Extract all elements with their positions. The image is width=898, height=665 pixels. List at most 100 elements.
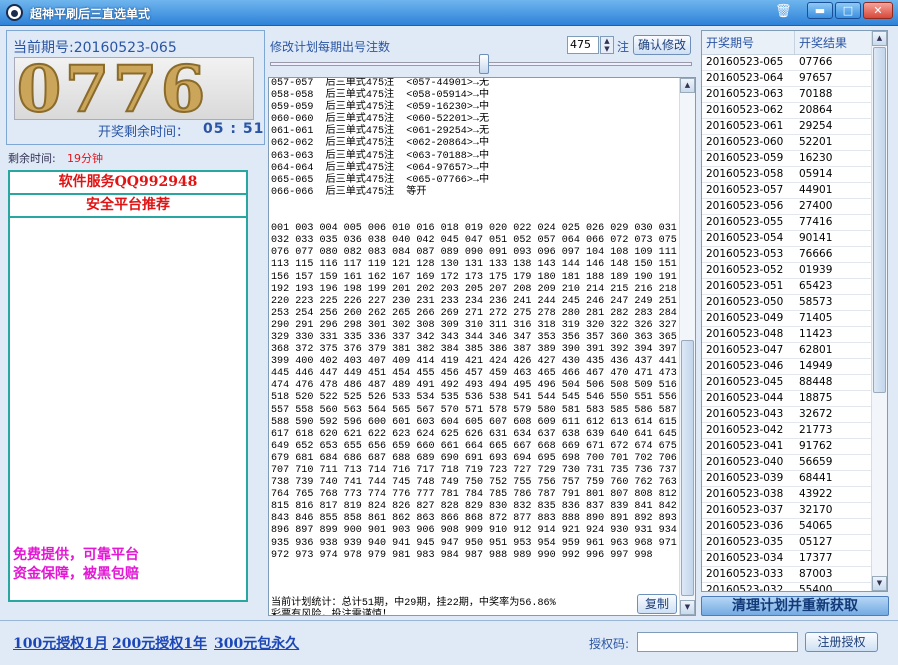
table-row[interactable]: 20160523-033 87003 xyxy=(702,567,872,583)
table-row[interactable]: 20160523-061 29254 xyxy=(702,119,872,135)
issue-cell: 20160523-032 xyxy=(706,584,784,592)
issue-cell: 20160523-051 xyxy=(706,280,784,292)
col-header-issue[interactable]: 开奖期号 xyxy=(702,31,795,55)
stepper-down-icon[interactable]: ▼ xyxy=(601,45,613,53)
table-row[interactable]: 20160523-046 14949 xyxy=(702,359,872,375)
table-row[interactable]: 20160523-038 43922 xyxy=(702,487,872,503)
result-cell: 88448 xyxy=(799,376,833,388)
issue-cell: 20160523-054 xyxy=(706,232,784,244)
result-cell: 11423 xyxy=(799,328,833,340)
table-row[interactable]: 20160523-035 05127 xyxy=(702,535,872,551)
table-row[interactable]: 20160523-051 65423 xyxy=(702,279,872,295)
copy-button[interactable]: 复制 xyxy=(637,594,677,614)
issue-cell: 20160523-049 xyxy=(706,312,784,324)
table-row[interactable]: 20160523-050 58573 xyxy=(702,295,872,311)
scroll-down-icon[interactable]: ▼ xyxy=(872,576,887,591)
plan-count-input[interactable]: 475 xyxy=(567,36,599,54)
stepper-up-icon[interactable]: ▲ xyxy=(601,37,613,45)
issue-cell: 20160523-052 xyxy=(706,264,784,276)
license-1-month-link[interactable]: 100元授权1月 xyxy=(13,633,108,653)
table-row[interactable]: 20160523-059 16230 xyxy=(702,151,872,167)
issue-cell: 20160523-036 xyxy=(706,520,784,532)
plan-count-stepper[interactable]: ▲ ▼ xyxy=(600,36,614,54)
draw-digits-display: 07766 xyxy=(14,57,254,120)
issue-cell: 20160523-037 xyxy=(706,504,784,516)
table-row[interactable]: 20160523-054 90141 xyxy=(702,231,872,247)
auth-code-input[interactable] xyxy=(637,632,798,652)
result-cell: 52201 xyxy=(799,136,833,148)
issue-cell: 20160523-046 xyxy=(706,360,784,372)
col-header-result[interactable]: 开奖结果 xyxy=(795,31,872,55)
table-body: 20160523-065 07766 20160523-064 97657 201605… xyxy=(702,55,872,592)
table-row[interactable]: 20160523-058 05914 xyxy=(702,167,872,183)
refresh-plan-button[interactable]: 清理计划并重新获取 xyxy=(701,596,889,616)
slider-thumb[interactable] xyxy=(479,54,489,74)
issue-cell: 20160523-059 xyxy=(706,152,784,164)
bottom-divider xyxy=(0,620,898,621)
table-row[interactable]: 20160523-043 32672 xyxy=(702,407,872,423)
table-row[interactable]: 20160523-044 18875 xyxy=(702,391,872,407)
plan-scrollbar[interactable]: ▲ ▼ xyxy=(679,78,695,615)
close-button[interactable]: ✕ xyxy=(863,2,893,19)
result-cell: 27400 xyxy=(799,200,833,212)
promo-qq-line[interactable]: 软件服务QQ992948 xyxy=(10,172,246,195)
issue-cell: 20160523-044 xyxy=(706,392,784,404)
promo-slogan-line: 资金保障，被黑包赔 xyxy=(13,566,139,582)
table-row[interactable]: 20160523-057 44901 xyxy=(702,183,872,199)
scroll-down-icon[interactable]: ▼ xyxy=(680,600,695,615)
table-row[interactable]: 20160523-049 71405 xyxy=(702,311,872,327)
table-row[interactable]: 20160523-055 77416 xyxy=(702,215,872,231)
table-row[interactable]: 20160523-056 27400 xyxy=(702,199,872,215)
table-row[interactable]: 20160523-037 32170 xyxy=(702,503,872,519)
scroll-up-icon[interactable]: ▲ xyxy=(872,31,887,46)
license-1-year-link[interactable]: 200元授权1年 xyxy=(112,633,207,653)
plan-count-label: 修改计划每期出号注数 xyxy=(270,40,391,54)
table-row[interactable]: 20160523-062 20864 xyxy=(702,103,872,119)
current-issue-label: 当前期号:20160523-065 xyxy=(13,40,177,56)
issue-cell: 20160523-034 xyxy=(706,552,784,564)
plan-textarea[interactable]: 057-057 后三单式475注 <057-44901>→无 058-058 后… xyxy=(268,77,696,616)
table-row[interactable]: 20160523-063 70188 xyxy=(702,87,872,103)
result-cell: 91762 xyxy=(799,440,833,452)
table-row[interactable]: 20160523-034 17377 xyxy=(702,551,872,567)
issue-cell: 20160523-035 xyxy=(706,536,784,548)
table-row[interactable]: 20160523-039 68441 xyxy=(702,471,872,487)
table-row[interactable]: 20160523-052 01939 xyxy=(702,263,872,279)
maximize-button[interactable]: □ xyxy=(835,2,861,19)
result-cell: 58573 xyxy=(799,296,833,308)
table-row[interactable]: 20160523-040 56659 xyxy=(702,455,872,471)
draw-digit: 7 xyxy=(64,57,111,120)
issue-cell: 20160523-064 xyxy=(706,72,784,84)
scroll-thumb[interactable] xyxy=(873,47,886,393)
promo-platform-line[interactable]: 安全平台推荐 xyxy=(10,195,246,218)
result-cell: 32170 xyxy=(799,504,833,516)
scroll-thumb[interactable] xyxy=(681,340,694,596)
issue-cell: 20160523-047 xyxy=(706,344,784,356)
confirm-edit-button[interactable]: 确认修改 xyxy=(633,35,691,55)
table-row[interactable]: 20160523-047 62801 xyxy=(702,343,872,359)
table-row[interactable]: 20160523-048 11423 xyxy=(702,327,872,343)
minimize-button[interactable]: ▬ xyxy=(807,2,833,19)
license-forever-link[interactable]: 300元包永久 xyxy=(214,633,299,653)
result-cell: 87003 xyxy=(799,568,833,580)
result-cell: 18875 xyxy=(799,392,833,404)
table-row[interactable]: 20160523-060 52201 xyxy=(702,135,872,151)
register-button[interactable]: 注册授权 xyxy=(805,632,878,652)
table-row[interactable]: 20160523-042 21773 xyxy=(702,423,872,439)
table-row[interactable]: 20160523-065 07766 xyxy=(702,55,872,71)
table-row[interactable]: 20160523-041 91762 xyxy=(702,439,872,455)
table-row[interactable]: 20160523-032 55400 xyxy=(702,583,872,592)
title-bar: 超神平刷后三直选单式 🗑 ▬ □ ✕ xyxy=(0,0,898,26)
result-cell: 71405 xyxy=(799,312,833,324)
table-row[interactable]: 20160523-053 76666 xyxy=(702,247,872,263)
table-row[interactable]: 20160523-064 97657 xyxy=(702,71,872,87)
table-row[interactable]: 20160523-045 88448 xyxy=(702,375,872,391)
scroll-up-icon[interactable]: ▲ xyxy=(680,78,695,93)
plan-count-unit: 注 xyxy=(617,40,630,54)
table-scrollbar[interactable]: ▲ ▼ xyxy=(871,31,887,591)
trash-icon[interactable]: 🗑 xyxy=(775,4,792,20)
result-cell: 65423 xyxy=(799,280,833,292)
plan-text: 057-057 后三单式475注 <057-44901>→无 058-058 后… xyxy=(271,78,677,615)
table-row[interactable]: 20160523-036 54065 xyxy=(702,519,872,535)
draw-digit: 7 xyxy=(112,57,159,120)
